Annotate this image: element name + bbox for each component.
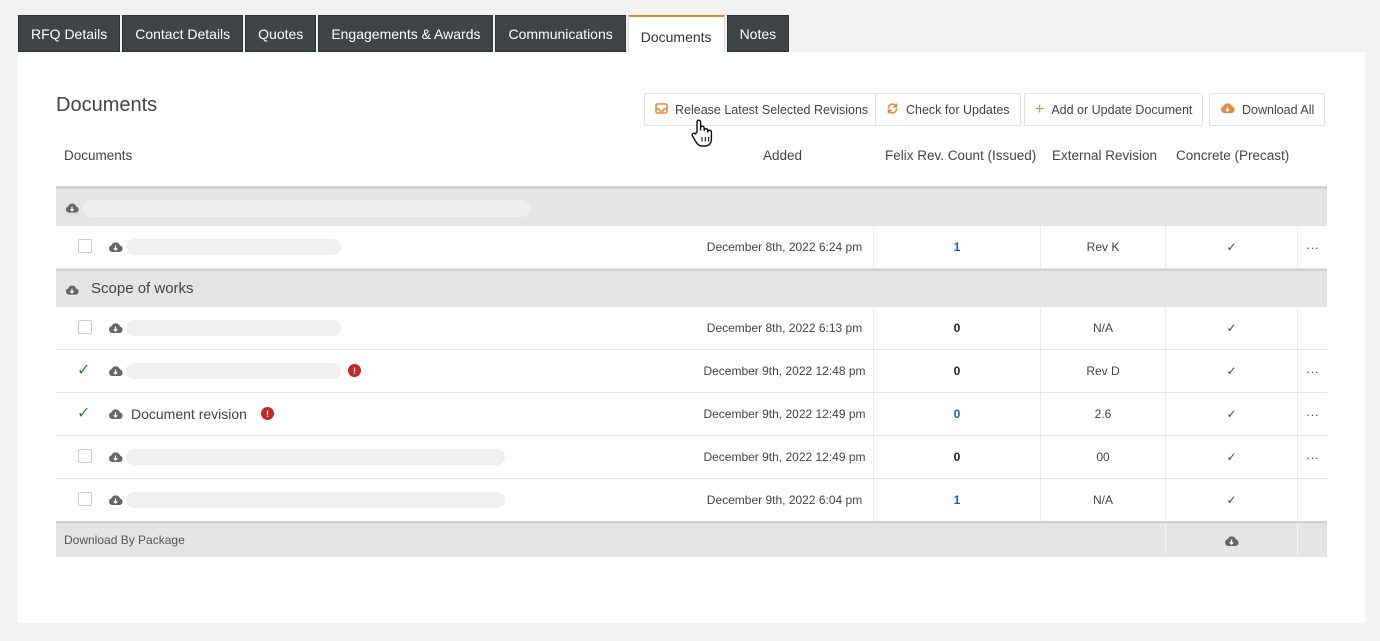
concrete-check-icon: ✓	[1226, 450, 1237, 464]
alert-icon: !	[348, 364, 361, 377]
cloud-download-icon	[65, 201, 79, 219]
tab-quotes[interactable]: Quotes	[245, 15, 317, 52]
add-update-document-label: Add or Update Document	[1051, 102, 1193, 117]
tab-bar: RFQ Details Contact Details Quotes Engag…	[18, 15, 790, 53]
plus-icon: +	[1035, 100, 1045, 118]
table-row[interactable]: ✓ ! December 9th, 2022 12:48 pm 0 Rev D …	[56, 350, 1327, 393]
rev-count: 0	[953, 450, 961, 464]
column-header-concrete: Concrete (Precast)	[1176, 148, 1290, 163]
checked-icon[interactable]: ✓	[77, 360, 90, 380]
documents-panel: Documents Release Latest Selected Revisi…	[18, 52, 1365, 623]
rev-count-link[interactable]: 0	[874, 393, 1040, 435]
row-checkbox[interactable]	[78, 449, 92, 463]
column-header-external-revision: External Revision	[1052, 148, 1158, 163]
table-row[interactable]: ✓ Document revision ! December 9th, 2022…	[56, 393, 1327, 436]
cloud-download-icon[interactable]	[108, 407, 123, 421]
rev-count-link[interactable]: 1	[874, 479, 1040, 521]
rev-count: 0	[953, 321, 961, 335]
concrete-check-icon: ✓	[1226, 364, 1237, 378]
document-name-redacted	[126, 449, 505, 465]
external-revision: N/A	[1092, 493, 1113, 507]
release-revisions-button[interactable]: Release Latest Selected Revisions	[644, 93, 880, 126]
added-date: December 9th, 2022 12:48 pm	[703, 364, 866, 378]
release-revisions-label: Release Latest Selected Revisions	[675, 102, 869, 117]
table-row[interactable]: December 8th, 2022 6:24 pm 1 Rev K ✓ ···	[56, 226, 1327, 269]
cloud-download-icon[interactable]	[108, 450, 123, 464]
concrete-check-icon: ✓	[1226, 407, 1237, 421]
external-revision: Rev K	[1086, 240, 1120, 254]
cloud-download-icon	[1220, 102, 1235, 117]
table-row[interactable]: December 9th, 2022 12:49 pm 0 00 ✓ ···	[56, 436, 1327, 479]
row-checkbox[interactable]	[78, 239, 92, 253]
rev-count-link[interactable]: 1	[874, 226, 1040, 268]
external-revision: 00	[1096, 450, 1110, 464]
cloud-download-icon[interactable]	[108, 240, 123, 254]
download-by-package-label: Download By Package	[64, 533, 185, 547]
tab-engagements-awards[interactable]: Engagements & Awards	[318, 15, 494, 52]
external-revision: 2.6	[1094, 407, 1112, 421]
row-checkbox[interactable]	[78, 320, 92, 334]
refresh-icon	[886, 102, 899, 118]
concrete-check-icon: ✓	[1226, 321, 1237, 335]
cloud-download-icon[interactable]	[108, 493, 123, 507]
more-options-icon[interactable]: ···	[1298, 350, 1327, 392]
added-date: December 9th, 2022 12:49 pm	[703, 450, 866, 464]
added-date: December 8th, 2022 6:24 pm	[706, 240, 863, 254]
section-title: Documents	[56, 94, 158, 116]
group-name-redacted	[83, 200, 530, 217]
more-options-icon[interactable]: ···	[1298, 436, 1327, 478]
added-date: December 9th, 2022 6:04 pm	[706, 493, 863, 507]
external-revision: N/A	[1092, 321, 1113, 335]
added-date: December 9th, 2022 12:49 pm	[703, 407, 866, 421]
external-revision: Rev D	[1086, 364, 1120, 378]
cloud-download-icon[interactable]	[108, 321, 123, 335]
cloud-download-icon[interactable]	[108, 364, 123, 378]
check-updates-button[interactable]: Check for Updates	[875, 93, 1021, 126]
tab-communications[interactable]: Communications	[495, 15, 626, 52]
alert-icon: !	[261, 407, 274, 420]
document-name-redacted	[126, 363, 341, 379]
tab-contact-details[interactable]: Contact Details	[122, 15, 244, 52]
group-row[interactable]	[56, 189, 1327, 226]
tab-rfq-details[interactable]: RFQ Details	[18, 15, 121, 52]
add-update-document-button[interactable]: + Add or Update Document	[1024, 93, 1204, 126]
concrete-check-icon: ✓	[1226, 493, 1237, 507]
more-options-icon[interactable]: ···	[1298, 393, 1327, 435]
checked-icon[interactable]: ✓	[77, 403, 90, 423]
cloud-download-icon[interactable]	[1224, 534, 1239, 552]
cloud-download-icon	[65, 283, 79, 301]
group-name: Scope of works	[91, 280, 194, 297]
column-header-rev-count: Felix Rev. Count (Issued)	[885, 148, 1037, 163]
document-name-redacted	[126, 239, 341, 255]
inbox-icon	[655, 102, 668, 118]
document-name[interactable]: Document revision	[131, 393, 247, 435]
download-all-button[interactable]: Download All	[1209, 93, 1326, 126]
more-options-icon[interactable]: ···	[1298, 226, 1327, 268]
column-header-added: Added	[763, 148, 803, 163]
column-header-documents: Documents	[64, 148, 133, 163]
download-by-package-row: Download By Package	[56, 523, 1327, 557]
document-name-redacted	[126, 320, 341, 336]
table-row[interactable]: December 8th, 2022 6:13 pm 0 N/A ✓	[56, 307, 1327, 350]
added-date: December 8th, 2022 6:13 pm	[706, 321, 863, 335]
concrete-check-icon: ✓	[1226, 240, 1237, 254]
rev-count: 0	[953, 364, 961, 378]
table-row[interactable]: December 9th, 2022 6:04 pm 1 N/A ✓	[56, 479, 1327, 522]
download-all-label: Download All	[1242, 102, 1315, 117]
group-row-scope-of-works[interactable]: Scope of works	[56, 271, 1327, 307]
tab-notes[interactable]: Notes	[726, 15, 790, 52]
check-updates-label: Check for Updates	[906, 102, 1010, 117]
tab-documents[interactable]: Documents	[627, 15, 725, 53]
document-name-redacted	[126, 492, 505, 508]
row-checkbox[interactable]	[78, 492, 92, 506]
